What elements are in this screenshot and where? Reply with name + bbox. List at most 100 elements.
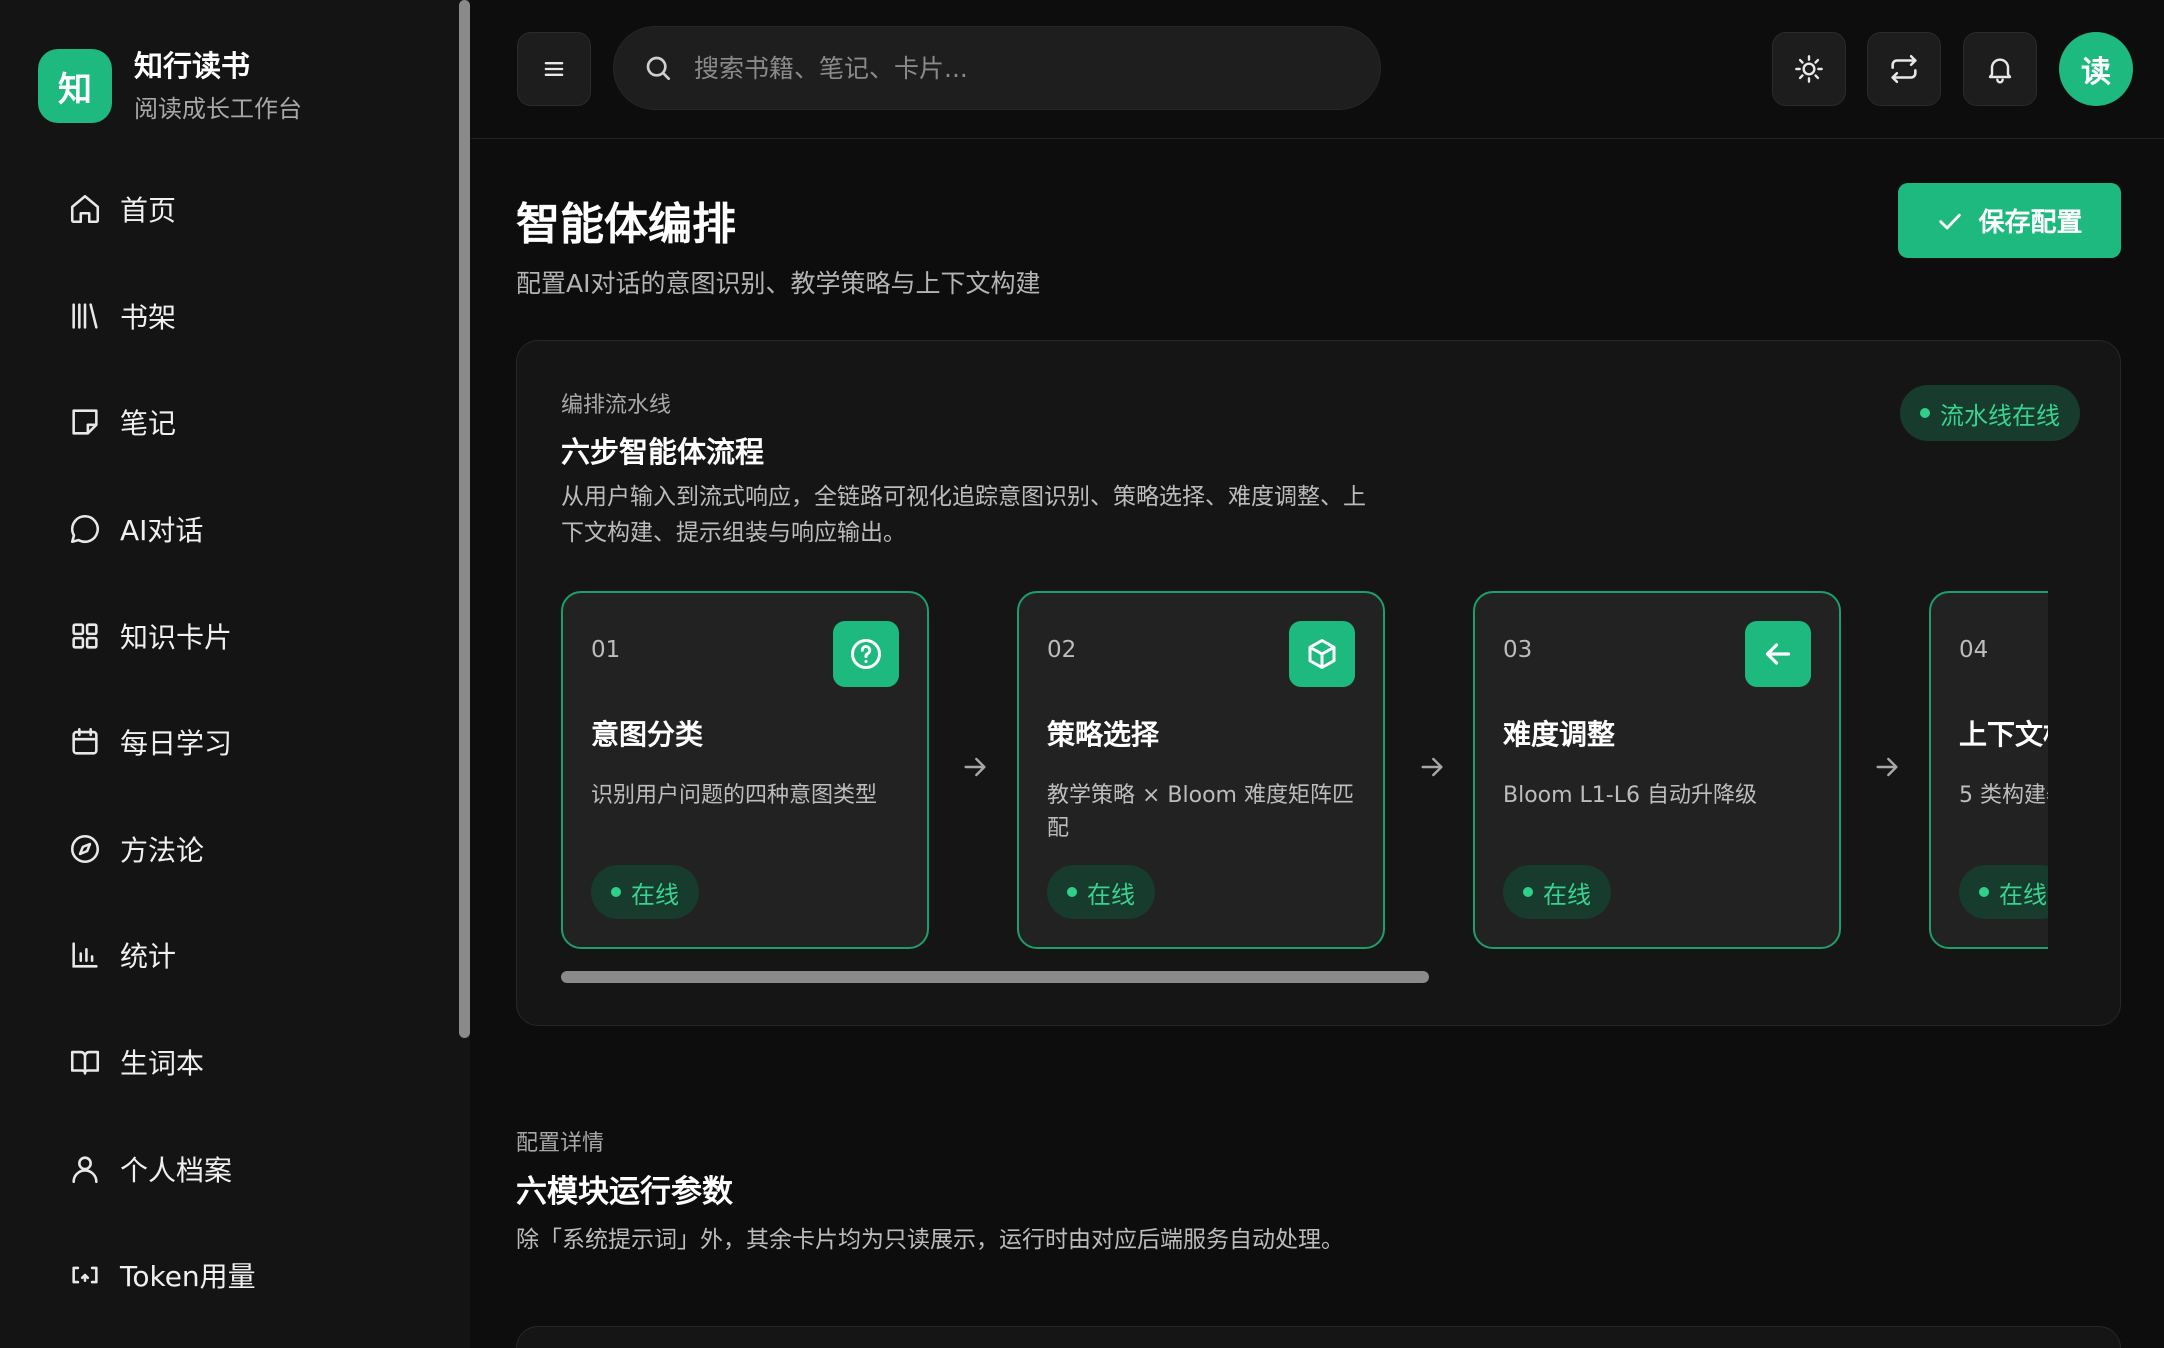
user-icon xyxy=(72,1156,98,1183)
save-config-label: 保存配置 xyxy=(1978,207,2083,237)
status-dot xyxy=(1523,887,1533,897)
sidebar-item-vocabulary[interactable]: 生词本 xyxy=(42,1009,442,1116)
status-badge: 在线 xyxy=(591,865,699,919)
step-status-text: 在线 xyxy=(631,880,679,909)
brand[interactable]: 知 知行读书 阅读成长工作台 xyxy=(38,48,302,124)
save-config-button[interactable]: 保存配置 xyxy=(1898,183,2121,258)
step-description: 教学策略 × Bloom 难度矩阵匹配 xyxy=(1047,783,1354,841)
status-dot xyxy=(1979,887,1989,897)
status-badge: 在线 xyxy=(1047,865,1155,919)
sidebar-item-label: 书架 xyxy=(120,300,177,334)
note-icon xyxy=(72,409,98,436)
step-card-strategy[interactable]: 02 策略选择 教学策略 × Bloom 难度矩阵匹配 在线 xyxy=(1017,591,1385,949)
status-badge: 在线 xyxy=(1959,865,2048,919)
step-description: 识别用户问题的四种意图类型 xyxy=(591,783,878,808)
brand-subtitle: 阅读成长工作台 xyxy=(134,95,302,123)
main-content: 智能体编排 配置AI对话的意图识别、教学策略与上下文构建 保存配置 编排流水线 … xyxy=(471,140,2164,1348)
theme-toggle-button[interactable] xyxy=(1772,32,1846,106)
sidebar-item-token-usage[interactable]: Token用量 xyxy=(42,1222,442,1329)
brand-title: 知行读书 xyxy=(134,49,251,83)
pipeline-label: 编排流水线 xyxy=(561,393,672,418)
steps-scroller[interactable]: 01 意图分类 识别用户问题的四种意图类型 在线 02 策略选择 教学策略 × … xyxy=(561,591,2048,951)
sidebar-item-knowledge-cards[interactable]: 知识卡片 xyxy=(42,582,442,689)
bar-chart-icon xyxy=(72,942,98,969)
library-icon xyxy=(72,303,98,329)
sidebar-item-label: 知识卡片 xyxy=(120,620,233,654)
steps-scrollbar-thumb[interactable] xyxy=(561,971,1429,983)
config-label: 配置详情 xyxy=(516,1131,605,1156)
repeat-icon xyxy=(1891,54,1917,84)
sidebar-item-notes[interactable]: 笔记 xyxy=(42,369,442,476)
topbar: 读 xyxy=(471,0,2164,139)
step-status-text: 在线 xyxy=(1543,880,1591,909)
menu-icon xyxy=(544,62,564,77)
sidebar-item-label: 首页 xyxy=(120,194,177,228)
sidebar-item-bookshelf[interactable]: 书架 xyxy=(42,263,442,370)
pipeline-panel: 编排流水线 六步智能体流程 从用户输入到流式响应，全链路可视化追踪意图识别、策略… xyxy=(516,340,2121,1026)
status-badge: 在线 xyxy=(1503,865,1611,919)
sidebar-item-daily-study[interactable]: 每日学习 xyxy=(42,689,442,796)
step-title: 难度调整 xyxy=(1503,718,1616,751)
sidebar-scrollbar-thumb[interactable] xyxy=(459,0,470,1038)
switch-button[interactable] xyxy=(1867,32,1941,106)
step-card-difficulty[interactable]: 03 难度调整 Bloom L1-L6 自动升降级 在线 xyxy=(1473,591,1841,949)
sidebar-item-label: 笔记 xyxy=(120,407,177,441)
search-input[interactable] xyxy=(694,53,1314,83)
calendar-icon xyxy=(72,728,98,755)
book-open-icon xyxy=(70,1050,100,1075)
step-status-text: 在线 xyxy=(1087,880,1135,909)
step-card-context[interactable]: 04 上下文构建 5 类构建器组合 在线 xyxy=(1929,591,2048,949)
app-root: 知 知行读书 阅读成长工作台 首页 书架 笔记 AI对话 知识卡片 每日学习 方… xyxy=(0,0,2164,1348)
help-circle-icon xyxy=(851,639,881,669)
step-card-intent[interactable]: 01 意图分类 识别用户问题的四种意图类型 在线 xyxy=(561,591,929,949)
sidebar-item-label: Token用量 xyxy=(120,1260,256,1294)
step-number: 04 xyxy=(1959,637,1989,663)
page-title: 智能体编排 xyxy=(516,199,736,250)
config-title: 六模块运行参数 xyxy=(516,1174,733,1210)
sidebar-item-ai-chat[interactable]: AI对话 xyxy=(42,476,442,583)
step-description: 5 类构建器组合 xyxy=(1959,783,2048,808)
sidebar-item-statistics[interactable]: 统计 xyxy=(42,902,442,1009)
sidebar-item-profile[interactable]: 个人档案 xyxy=(42,1115,442,1222)
step-status-text: 在线 xyxy=(1999,880,2047,909)
step-description: Bloom L1-L6 自动升降级 xyxy=(1503,783,1757,808)
arrow-left-icon xyxy=(1765,643,1791,665)
pipeline-title: 六步智能体流程 xyxy=(561,435,765,469)
grid-icon xyxy=(72,623,98,649)
search-box[interactable] xyxy=(613,26,1381,110)
sidebar-item-label: 统计 xyxy=(120,940,177,974)
pipeline-status-text: 流水线在线 xyxy=(1940,401,2060,430)
sun-icon xyxy=(1795,55,1823,83)
step-title: 策略选择 xyxy=(1047,718,1160,751)
compass-icon xyxy=(70,834,100,863)
avatar[interactable]: 读 xyxy=(2059,32,2133,106)
check-icon xyxy=(1939,213,1962,229)
step-number: 02 xyxy=(1047,637,1077,663)
page-subtitle: 配置AI对话的意图识别、教学策略与上下文构建 xyxy=(516,269,1041,298)
token-icon xyxy=(72,1266,98,1284)
cube-icon xyxy=(1308,639,1336,669)
pipeline-description: 从用户输入到流式响应，全链路可视化追踪意图识别、策略选择、难度调整、上下文构建、… xyxy=(561,484,1366,546)
sidebar-item-label: 方法论 xyxy=(120,833,205,867)
status-dot xyxy=(1067,887,1077,897)
menu-toggle-button[interactable] xyxy=(517,32,591,106)
arrow-right-icon xyxy=(964,757,986,777)
status-dot xyxy=(611,887,621,897)
step-number: 03 xyxy=(1503,637,1533,663)
notifications-button[interactable] xyxy=(1963,32,2037,106)
arrow-right-icon xyxy=(1876,757,1898,777)
sidebar-item-home[interactable]: 首页 xyxy=(42,156,442,263)
step-title: 意图分类 xyxy=(591,718,704,751)
search-icon xyxy=(646,56,670,80)
chat-icon xyxy=(70,515,99,544)
sidebar-item-label: 个人档案 xyxy=(120,1153,233,1187)
step-title: 上下文构建 xyxy=(1959,718,2048,751)
config-description: 除「系统提示词」外，其余卡片均为只读展示，运行时由对应后端服务自动处理。 xyxy=(516,1227,1344,1253)
config-card xyxy=(516,1326,2121,1348)
pipeline-status-badge: 流水线在线 xyxy=(1900,385,2080,441)
sidebar-nav: 首页 书架 笔记 AI对话 知识卡片 每日学习 方法论 统计 生词本 个人档案 … xyxy=(42,156,442,1329)
home-icon xyxy=(70,195,100,224)
sidebar-item-methodology[interactable]: 方法论 xyxy=(42,796,442,903)
brand-logo: 知 xyxy=(38,49,112,123)
sidebar-item-label: 每日学习 xyxy=(120,727,233,761)
